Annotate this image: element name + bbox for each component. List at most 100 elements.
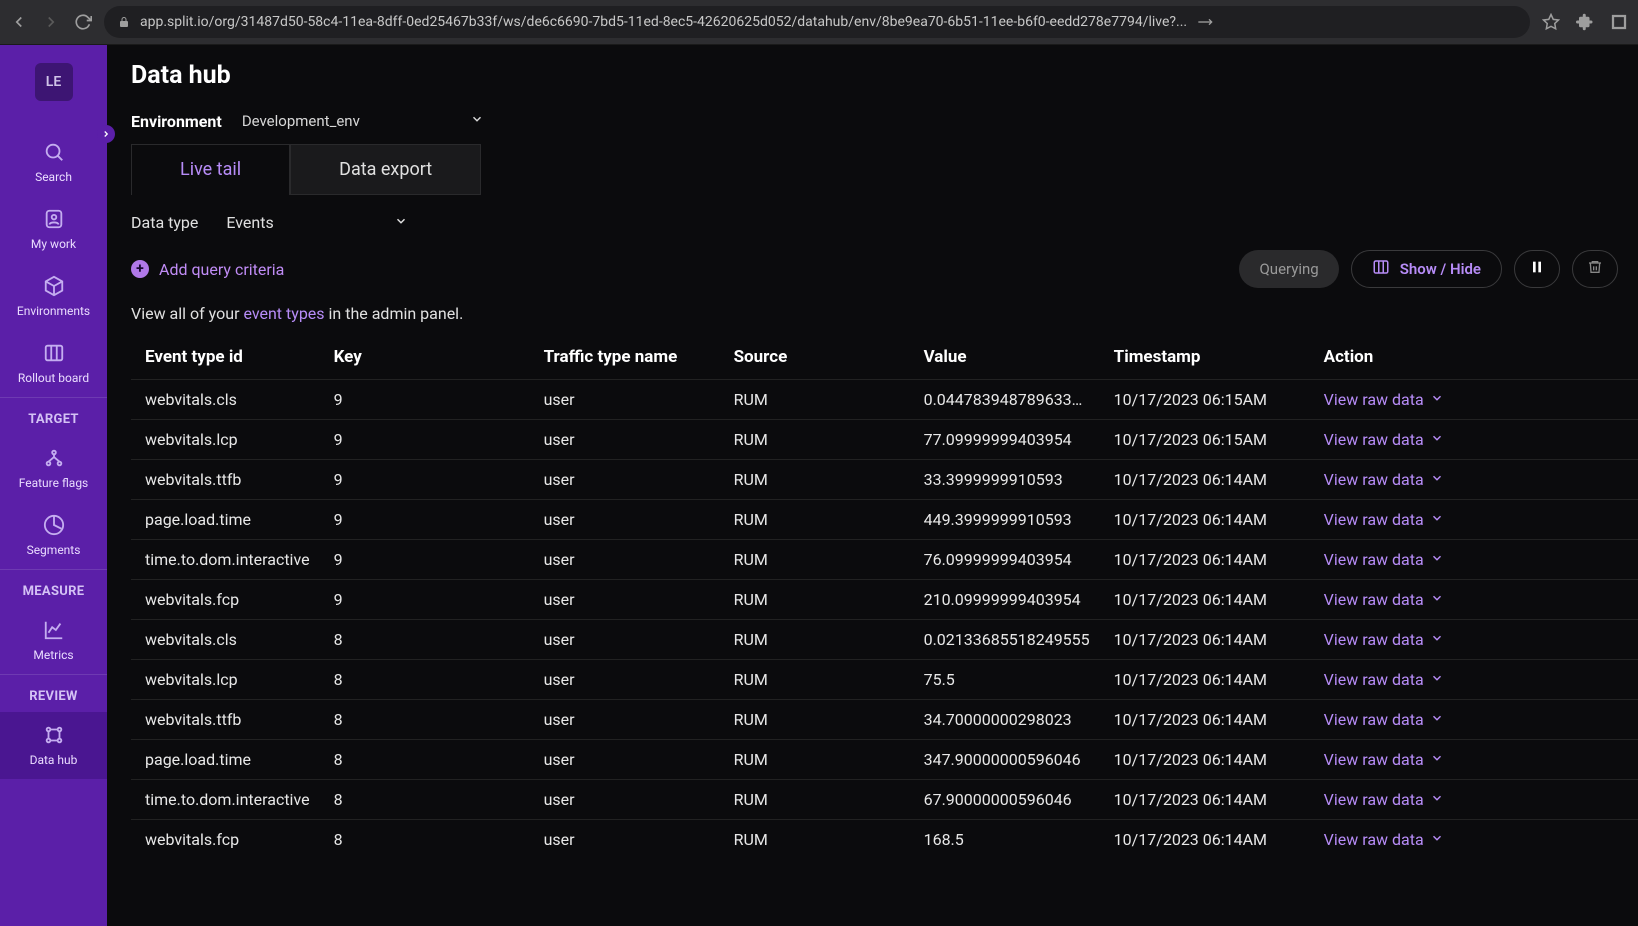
extensions-icon[interactable] [1576, 13, 1594, 31]
sidebar-item-search[interactable]: Search [0, 129, 107, 196]
cell-source: RUM [722, 460, 912, 500]
sidebar-item-label: Segments [27, 543, 81, 557]
event-types-link[interactable]: event types [243, 304, 324, 323]
tab-data-export[interactable]: Data export [290, 144, 481, 195]
plus-icon: + [131, 260, 149, 278]
share-icon[interactable] [1197, 14, 1213, 30]
view-raw-data-button[interactable]: View raw data [1324, 630, 1626, 649]
view-raw-data-button[interactable]: View raw data [1324, 710, 1626, 729]
environment-label: Environment [131, 112, 222, 131]
sidebar-item-metrics[interactable]: Metrics [0, 607, 107, 674]
cell-event: webvitals.fcp [131, 580, 322, 620]
table-row: webvitals.cls9userRUM0.044783948789633…1… [131, 380, 1638, 420]
cell-action: View raw data [1312, 820, 1638, 860]
cell-event: webvitals.lcp [131, 420, 322, 460]
cell-value: 34.70000000298023 [912, 700, 1102, 740]
pause-button[interactable] [1514, 250, 1560, 288]
view-raw-data-button[interactable]: View raw data [1324, 430, 1626, 449]
chevron-down-icon [1430, 750, 1444, 769]
col-key: Key [322, 337, 532, 380]
add-query-criteria-button[interactable]: + Add query criteria [131, 260, 284, 279]
url-bar[interactable]: app.split.io/org/31487d50-58c4-11ea-8dff… [104, 6, 1530, 38]
view-raw-data-button[interactable]: View raw data [1324, 590, 1626, 609]
view-raw-data-button[interactable]: View raw data [1324, 470, 1626, 489]
chevron-down-icon [470, 112, 484, 130]
browser-chrome: app.split.io/org/31487d50-58c4-11ea-8dff… [0, 0, 1638, 45]
view-raw-data-button[interactable]: View raw data [1324, 830, 1626, 849]
sidebar-item-label: Data hub [30, 753, 78, 767]
clear-button[interactable] [1572, 250, 1618, 288]
cell-traffic: user [532, 780, 722, 820]
chevron-down-icon [1430, 590, 1444, 609]
col-source: Source [722, 337, 912, 380]
workspace-avatar[interactable]: LE [35, 63, 73, 101]
forward-icon[interactable] [42, 13, 60, 31]
cell-value: 33.3999999910593 [912, 460, 1102, 500]
sidebar-item-segments[interactable]: Segments [0, 502, 107, 569]
cell-source: RUM [722, 700, 912, 740]
show-hide-button[interactable]: Show / Hide [1351, 250, 1502, 288]
cell-timestamp: 10/17/2023 06:14AM [1102, 500, 1312, 540]
sidebar-item-mywork[interactable]: My work [0, 196, 107, 263]
main-content: Data hub Environment Development_env Liv… [107, 45, 1638, 926]
cell-traffic: user [532, 460, 722, 500]
cell-key: 8 [322, 660, 532, 700]
cell-action: View raw data [1312, 420, 1638, 460]
cell-timestamp: 10/17/2023 06:14AM [1102, 660, 1312, 700]
trash-icon [1587, 259, 1603, 279]
cell-action: View raw data [1312, 460, 1638, 500]
datatype-select[interactable]: Events [226, 213, 407, 232]
cell-traffic: user [532, 620, 722, 660]
table-row: webvitals.ttfb8userRUM34.700000002980231… [131, 700, 1638, 740]
cell-traffic: user [532, 540, 722, 580]
cell-timestamp: 10/17/2023 06:14AM [1102, 780, 1312, 820]
table-row: webvitals.lcp9userRUM77.0999999940395410… [131, 420, 1638, 460]
cell-source: RUM [722, 580, 912, 620]
sidebar-item-featureflags[interactable]: Feature flags [0, 435, 107, 502]
cell-key: 9 [322, 540, 532, 580]
cell-event: webvitals.cls [131, 620, 322, 660]
col-event-type-id: Event type id [131, 337, 322, 380]
sidebar-item-environments[interactable]: Environments [0, 263, 107, 330]
datatype-label: Data type [131, 213, 198, 232]
sidebar-item-datahub[interactable]: Data hub [0, 712, 107, 779]
cell-value: 77.09999999403954 [912, 420, 1102, 460]
cell-traffic: user [532, 740, 722, 780]
col-traffic-type: Traffic type name [532, 337, 722, 380]
view-raw-data-button[interactable]: View raw data [1324, 550, 1626, 569]
chevron-down-icon [1430, 510, 1444, 529]
cell-timestamp: 10/17/2023 06:14AM [1102, 540, 1312, 580]
view-raw-data-button[interactable]: View raw data [1324, 510, 1626, 529]
cell-value: 0.044783948789633… [912, 380, 1102, 420]
back-icon[interactable] [10, 13, 28, 31]
window-icon[interactable] [1610, 13, 1628, 31]
cell-key: 9 [322, 580, 532, 620]
cell-event: page.load.time [131, 500, 322, 540]
sidebar-expand-button[interactable] [97, 125, 115, 143]
cell-action: View raw data [1312, 660, 1638, 700]
datatype-value: Events [226, 213, 273, 232]
sidebar-item-label: Metrics [33, 648, 73, 662]
cell-event: page.load.time [131, 740, 322, 780]
col-timestamp: Timestamp [1102, 337, 1312, 380]
view-raw-data-button[interactable]: View raw data [1324, 390, 1626, 409]
tab-live-tail[interactable]: Live tail [131, 144, 290, 195]
cell-event: webvitals.lcp [131, 660, 322, 700]
view-raw-data-button[interactable]: View raw data [1324, 670, 1626, 689]
environment-select[interactable]: Development_env [242, 106, 484, 136]
cell-value: 75.5 [912, 660, 1102, 700]
star-icon[interactable] [1542, 13, 1560, 31]
reload-icon[interactable] [74, 13, 92, 31]
cell-event: time.to.dom.interactive [131, 780, 322, 820]
cell-traffic: user [532, 820, 722, 860]
chart-line-icon [43, 619, 65, 644]
chevron-down-icon [1430, 830, 1444, 849]
sidebar-item-rolloutboard[interactable]: Rollout board [0, 330, 107, 397]
cell-traffic: user [532, 380, 722, 420]
cell-value: 347.90000000596046 [912, 740, 1102, 780]
view-raw-data-button[interactable]: View raw data [1324, 750, 1626, 769]
cell-event: webvitals.fcp [131, 820, 322, 860]
chevron-down-icon [1430, 550, 1444, 569]
environment-value: Development_env [242, 112, 360, 130]
view-raw-data-button[interactable]: View raw data [1324, 790, 1626, 809]
